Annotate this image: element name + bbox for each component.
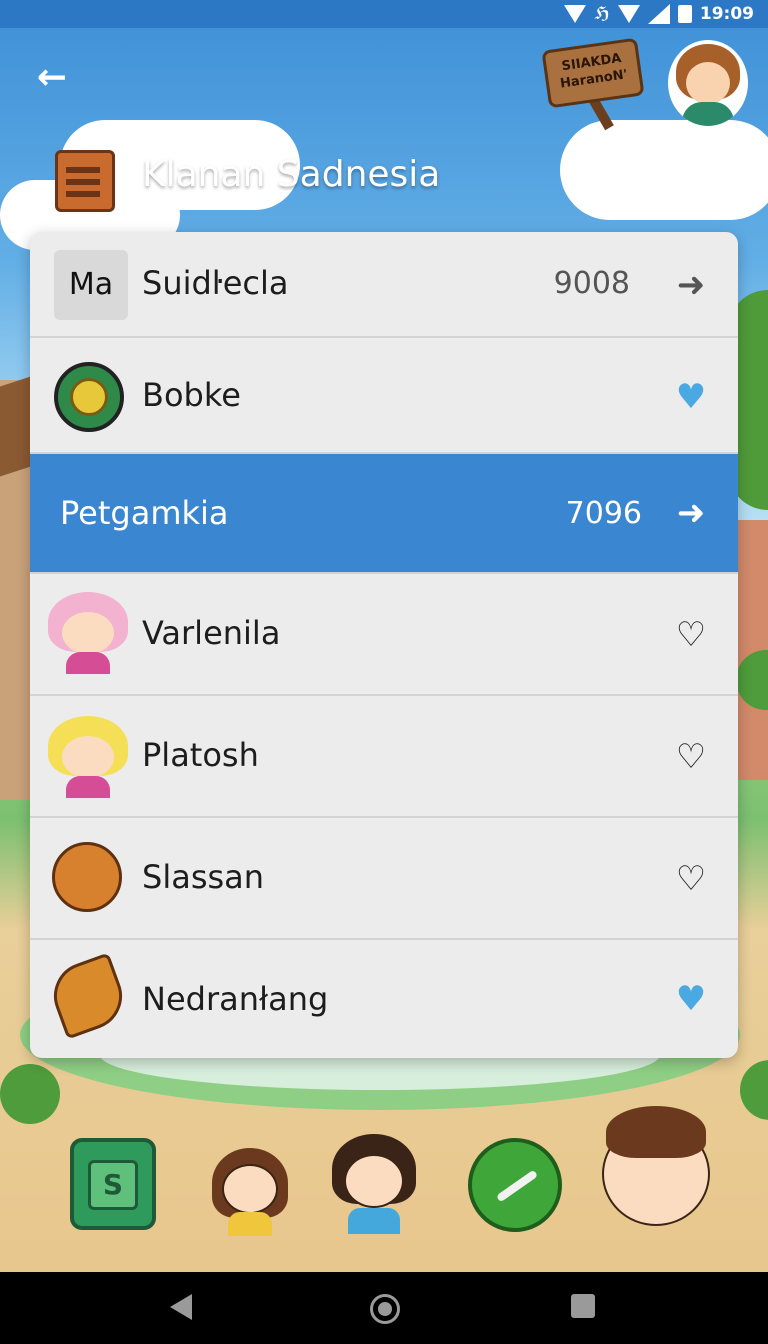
sign-badge[interactable]: SIIAKDA HaranoN' — [541, 37, 645, 109]
list-item[interactable]: Nedranłang ♥ — [30, 940, 738, 1058]
list-item-label: Nedranłang — [142, 980, 329, 1018]
cloud-decoration — [560, 120, 768, 220]
list-item-label: Bobke — [142, 376, 241, 414]
navigation-bar — [0, 1272, 768, 1344]
back-button[interactable]: ← — [30, 56, 74, 100]
list-item-selected[interactable]: Petgamkia 7096 ➜ — [30, 454, 738, 574]
character-pink-hair-icon — [46, 590, 130, 674]
status-time: 19:09 — [699, 4, 754, 24]
heart-outline-icon[interactable]: ♡ — [666, 610, 716, 660]
app-screen: ℌ 19:09 ← Klanan Sadnesia SIIAKDA Harano… — [0, 0, 768, 1344]
arrow-back-icon: ← — [36, 57, 68, 98]
thumb-text: Ma — [54, 250, 128, 320]
list-item-count: 9008 — [553, 266, 630, 301]
character-list: Ma Suidŀecla 9008 ➜ Bobke ♥ Petgamkia 70… — [30, 232, 738, 1058]
list-item-label: Varlenila — [142, 614, 281, 652]
nav-back-icon[interactable] — [170, 1294, 192, 1320]
nav-home-icon[interactable] — [370, 1294, 400, 1324]
list-item-label: Petgamkia — [60, 494, 229, 532]
list-item-label: Slassan — [142, 858, 265, 896]
fruit-icon — [52, 842, 122, 912]
rocket-ball-button[interactable] — [468, 1138, 562, 1232]
list-item-label: Suidŀecla — [142, 264, 289, 302]
character-boy-button[interactable] — [602, 1106, 710, 1230]
status-extra-text: ℌ — [594, 4, 610, 24]
leaf-icon — [44, 952, 132, 1040]
list-item[interactable]: Ma Suidŀecla 9008 ➜ — [30, 232, 738, 338]
heart-outline-icon[interactable]: ♡ — [666, 732, 716, 782]
character-girl-button[interactable] — [320, 1128, 428, 1234]
box-letter: S — [88, 1160, 138, 1210]
list-item-count: 7096 — [565, 496, 642, 531]
wifi-icon — [564, 5, 587, 23]
list-item[interactable]: Platosh ♡ — [30, 696, 738, 818]
status-bar: ℌ 19:09 — [0, 0, 768, 28]
page-title: Klanan Sadnesia — [142, 154, 441, 195]
bush-decoration — [0, 1064, 60, 1124]
inventory-box-button[interactable]: S — [70, 1138, 156, 1230]
arrow-right-icon[interactable]: ➜ — [666, 260, 716, 310]
heart-filled-icon[interactable]: ♥ — [666, 974, 716, 1024]
nav-recents-icon[interactable] — [571, 1294, 595, 1318]
arrow-right-icon[interactable]: ➜ — [666, 488, 716, 538]
character-girl-button[interactable] — [208, 1140, 292, 1236]
list-item-label: Platosh — [142, 736, 259, 774]
character-blonde-hair-icon — [46, 714, 130, 798]
battery-icon — [677, 5, 692, 23]
list-item[interactable]: Bobke ♥ — [30, 338, 738, 454]
title-icon — [55, 150, 115, 212]
list-item[interactable]: Slassan ♡ — [30, 818, 738, 940]
network-icon — [617, 5, 640, 23]
badge-icon — [54, 362, 124, 432]
heart-filled-icon[interactable]: ♥ — [666, 372, 716, 422]
heart-outline-icon[interactable]: ♡ — [666, 854, 716, 904]
list-item[interactable]: Varlenila ♡ — [30, 574, 738, 696]
avatar[interactable] — [668, 40, 748, 126]
signal-icon — [647, 4, 670, 24]
